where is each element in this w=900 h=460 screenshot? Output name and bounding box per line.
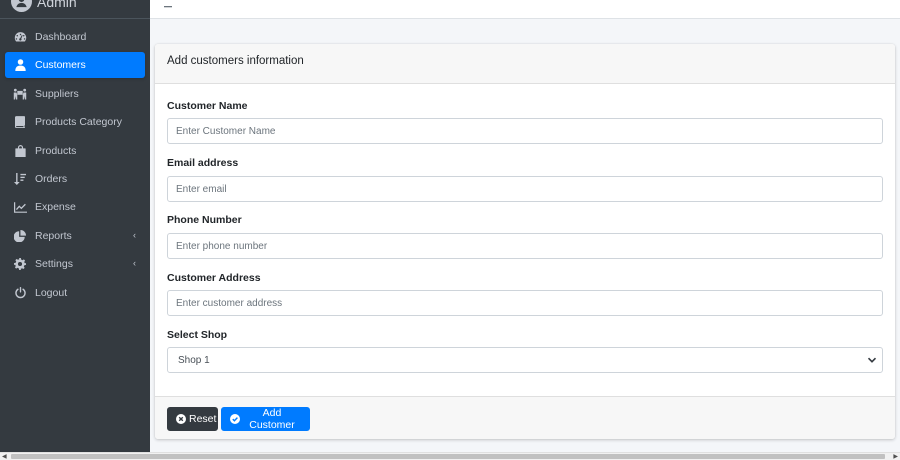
address-label: Customer Address (167, 272, 261, 284)
sidebar-item-products-category[interactable]: Products Category (5, 109, 145, 135)
chevron-left-icon: ‹ (133, 258, 136, 269)
add-customer-button[interactable]: Add Customer (221, 407, 310, 431)
sidebar-item-label: Settings (35, 258, 73, 271)
sidebar-item-label: Suppliers (35, 87, 79, 100)
email-label: Email address (167, 157, 239, 169)
scroll-left-icon[interactable]: ◀ (2, 454, 7, 460)
chevron-left-icon: ‹ (133, 229, 136, 240)
phone-label: Phone Number (167, 214, 242, 226)
sidebar-item-label: Products (35, 144, 77, 157)
email-input[interactable] (167, 176, 883, 202)
address-input[interactable] (167, 290, 883, 316)
sidebar-item-expense[interactable]: Expense (5, 194, 145, 220)
sidebar-item-label: Logout (35, 286, 68, 299)
sidebar-item-label: Expense (35, 201, 76, 214)
scroll-right-icon[interactable]: ▶ (893, 454, 898, 460)
sidebar-item-label: Orders (35, 172, 68, 185)
scrollbar-thumb[interactable] (11, 454, 885, 459)
dashboard-icon (13, 30, 27, 44)
people-carry-icon (13, 87, 27, 101)
card-title: Add customers information (167, 55, 304, 67)
sidebar-item-dashboard[interactable]: Dashboard (5, 24, 145, 50)
horizontal-scrollbar[interactable]: ◀ ▶ (0, 452, 900, 460)
sidebar-nav: Dashboard Customers Suppliers Products C… (0, 24, 150, 308)
hamburger-icon[interactable] (164, 0, 174, 8)
sidebar: Admin Dashboard Customers Suppliers Prod… (0, 0, 150, 452)
book-icon (13, 115, 27, 129)
sidebar-item-logout[interactable]: Logout (5, 280, 145, 306)
sidebar-item-label: Products Category (35, 116, 122, 129)
line-chart-icon (13, 200, 27, 214)
shop-select[interactable]: Shop 1 (167, 347, 883, 373)
sidebar-item-settings[interactable]: Settings ‹ (5, 251, 145, 277)
add-customer-button-label: Add Customer (249, 407, 295, 431)
sort-amount-icon (13, 172, 27, 186)
top-navbar (150, 0, 900, 19)
sidebar-item-customers[interactable]: Customers (5, 52, 145, 79)
add-customer-card: Add customers information Customer Name … (155, 44, 895, 439)
customer-name-input[interactable] (167, 118, 883, 144)
sidebar-item-products[interactable]: Products (5, 138, 145, 164)
shop-select-value: Shop 1 (178, 355, 210, 366)
card-header: Add customers information (155, 44, 895, 84)
sidebar-item-label: Customers (35, 59, 86, 72)
chevron-down-icon (867, 355, 877, 368)
card-footer: Reset Add Customer (155, 396, 895, 439)
shopping-bag-icon (13, 144, 27, 158)
gear-icon (13, 257, 27, 271)
phone-input[interactable] (167, 233, 883, 259)
shop-label: Select Shop (167, 329, 228, 341)
reset-button[interactable]: Reset (167, 407, 218, 431)
check-circle-icon (230, 414, 240, 424)
user-icon (13, 58, 27, 72)
avatar (11, 0, 32, 12)
brand-text: Admin (37, 0, 77, 10)
sidebar-item-label: Dashboard (35, 31, 87, 43)
times-circle-icon (176, 414, 186, 424)
customer-name-label: Customer Name (167, 100, 248, 112)
user-circle-icon (16, 0, 27, 8)
sidebar-item-reports[interactable]: Reports ‹ (5, 223, 145, 249)
reset-button-label: Reset (189, 413, 217, 425)
brand-link[interactable]: Admin (0, 0, 150, 19)
pie-chart-icon (13, 229, 27, 243)
sidebar-item-label: Reports (35, 229, 72, 242)
sidebar-item-suppliers[interactable]: Suppliers (5, 81, 145, 107)
power-icon (13, 286, 27, 300)
sidebar-item-orders[interactable]: Orders (5, 166, 145, 192)
